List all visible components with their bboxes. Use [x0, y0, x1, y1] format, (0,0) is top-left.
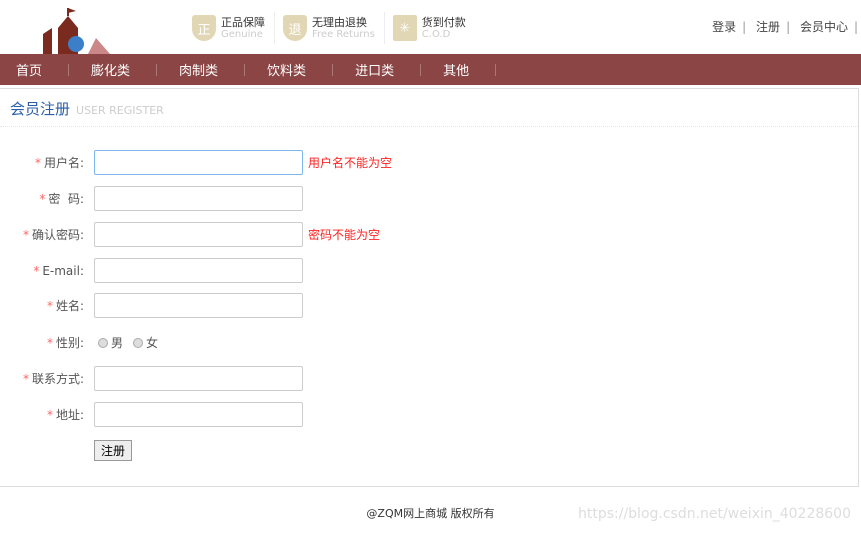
watermark: https://blog.csdn.net/weixin_40228600 [577, 506, 851, 522]
register-button[interactable]: 注册 [94, 440, 133, 461]
badge-cod: ✳ 货到付款 C.O.D [391, 12, 475, 44]
gender-female-radio[interactable]: 女 [133, 334, 158, 351]
panel-title: 会员注册 USER REGISTER [0, 89, 858, 127]
confirm-password-row: * 确认密码: 密码不能为空 [0, 222, 380, 247]
badge-returns: 退无理由退换 Free Returns [281, 12, 385, 44]
member-center-link[interactable]: 会员中心 [800, 20, 848, 34]
nav-imported[interactable]: 进口类 [339, 60, 414, 79]
register-link[interactable]: 注册 [756, 20, 780, 34]
register-panel: 会员注册 USER REGISTER * 用户名: 用户名不能为空 * 密 码: * 确认… [0, 88, 859, 487]
castle-logo [43, 8, 110, 54]
address-input[interactable] [94, 402, 303, 427]
password-row: * 密 码: [0, 186, 303, 211]
name-row: * 姓名: [0, 293, 303, 318]
top-links: 登录 | 注册 | 会员中心 | [712, 20, 858, 34]
service-badges: 正正品保障 Genuine 退无理由退换 Free Returns ✳ 货到付款 C.O… [190, 12, 481, 44]
address-row: * 地址: [0, 402, 303, 427]
badge-genuine: 正正品保障 Genuine [190, 12, 275, 44]
username-input[interactable] [94, 150, 303, 175]
nav-home[interactable]: 首页 [0, 60, 62, 79]
email-row: * E-mail: [0, 258, 303, 283]
username-error: 用户名不能为空 [308, 156, 393, 170]
gift-icon: ✳ [392, 15, 417, 41]
password-error: 密码不能为空 [308, 228, 381, 242]
password-input[interactable] [94, 186, 303, 211]
gender-row: * 性别: 男 女 [46, 334, 159, 351]
name-input[interactable] [94, 293, 303, 318]
main-nav: 首页 膨化类 肉制类 饮料类 进口类 其他 [0, 54, 861, 85]
email-input[interactable] [94, 258, 303, 283]
nav-meat[interactable]: 肉制类 [163, 60, 238, 79]
nav-drinks[interactable]: 饮料类 [251, 60, 326, 79]
contact-row: * 联系方式: [0, 366, 303, 391]
username-row: * 用户名: 用户名不能为空 [0, 150, 392, 175]
shield-icon: 正 [192, 15, 216, 41]
contact-input[interactable] [94, 366, 303, 391]
shield-icon: 退 [283, 15, 307, 41]
login-link[interactable]: 登录 [712, 20, 736, 34]
confirm-password-input[interactable] [94, 222, 303, 247]
nav-puffed[interactable]: 膨化类 [75, 60, 150, 79]
gender-male-radio[interactable]: 男 [98, 334, 123, 351]
nav-other[interactable]: 其他 [427, 60, 489, 79]
